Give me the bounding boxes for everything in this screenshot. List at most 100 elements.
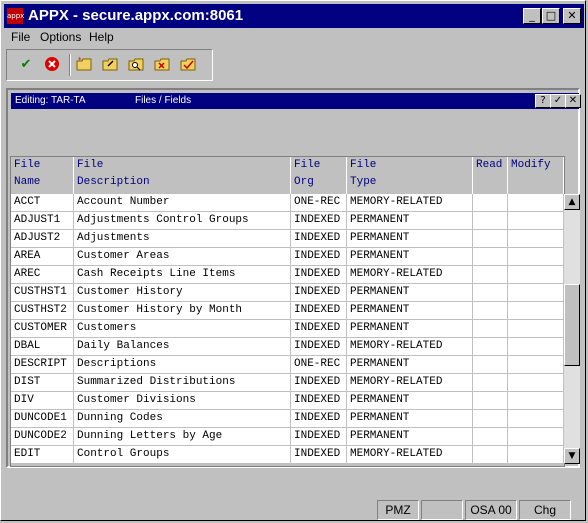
table-row[interactable]: ADJUST1 Adjustments Control Groups INDEXED…	[11, 212, 563, 230]
table-row[interactable]: CUSTHST1 Customer History INDEXED PERMANENT	[11, 284, 563, 302]
cell-type: MEMORY-RELATED	[347, 446, 473, 464]
cell-org: INDEXED	[291, 410, 347, 428]
cell-description: Dunning Letters by Age	[74, 428, 291, 446]
read-field[interactable]	[473, 428, 508, 446]
scroll-up-icon[interactable]: ▲	[564, 194, 580, 210]
cell-org: INDEXED	[291, 446, 347, 464]
table-row[interactable]: DIST Summarized Distributions INDEXED MEMOR…	[11, 374, 563, 392]
modify-field[interactable]	[508, 410, 563, 428]
cell-name: ACCT	[11, 194, 74, 212]
modify-field[interactable]	[508, 338, 563, 356]
cancel-icon[interactable]	[43, 56, 61, 74]
ok-button[interactable]: ✓	[550, 94, 566, 108]
cell-description: Control Groups	[74, 446, 291, 464]
col-description-header: File Description	[74, 157, 291, 194]
appx-logo-icon: appx	[7, 8, 24, 24]
cell-org: ONE-REC	[291, 194, 347, 212]
status-bar: PMZ OSA 00 Chg	[4, 500, 584, 520]
menu-help[interactable]: Help	[89, 30, 114, 44]
modify-field[interactable]	[508, 266, 563, 284]
menu-file[interactable]: File	[11, 30, 30, 44]
table-row[interactable]: AREA Customer Areas INDEXED PERMANENT	[11, 248, 563, 266]
table-row[interactable]: ADJUST2 Adjustments INDEXED PERMANENT	[11, 230, 563, 248]
modify-field[interactable]	[508, 356, 563, 374]
read-field[interactable]	[473, 374, 508, 392]
read-field[interactable]	[473, 446, 508, 464]
check-folder-icon[interactable]	[179, 56, 197, 74]
modify-field[interactable]	[508, 212, 563, 230]
read-field[interactable]	[473, 302, 508, 320]
modify-field[interactable]	[508, 428, 563, 446]
cell-org: INDEXED	[291, 374, 347, 392]
status-empty	[421, 500, 463, 520]
read-field[interactable]	[473, 248, 508, 266]
cell-description: Daily Balances	[74, 338, 291, 356]
panel-close-button[interactable]: ✕	[565, 94, 581, 108]
modify-field[interactable]	[508, 302, 563, 320]
modify-field[interactable]	[508, 446, 563, 464]
modify-field[interactable]	[508, 284, 563, 302]
read-field[interactable]	[473, 338, 508, 356]
search-folder-icon[interactable]	[127, 56, 145, 74]
window-title: APPX - secure.appx.com:8061	[28, 7, 244, 24]
table-row[interactable]: EDIT Control Groups INDEXED MEMORY-RELATED	[11, 446, 563, 464]
cell-name: ADJUST1	[11, 212, 74, 230]
delete-folder-icon[interactable]	[153, 56, 171, 74]
toolbar: ✔ *	[6, 49, 213, 81]
table-row[interactable]: DUNCODE1 Dunning Codes INDEXED PERMANENT	[11, 410, 563, 428]
edit-folder-icon[interactable]	[101, 56, 119, 74]
col-read-header: Read	[473, 157, 508, 194]
read-field[interactable]	[473, 212, 508, 230]
help-button[interactable]: ?	[535, 94, 551, 108]
read-field[interactable]	[473, 266, 508, 284]
cell-type: PERMANENT	[347, 356, 473, 374]
cell-description: Customer History by Month	[74, 302, 291, 320]
read-field[interactable]	[473, 230, 508, 248]
cell-type: PERMANENT	[347, 212, 473, 230]
menu-options[interactable]: Options	[40, 30, 81, 44]
table-row[interactable]: CUSTOMER Customers INDEXED PERMANENT	[11, 320, 563, 338]
read-field[interactable]	[473, 194, 508, 212]
menu-bar: File Options Help	[4, 28, 584, 46]
cell-name: DUNCODE2	[11, 428, 74, 446]
modify-field[interactable]	[508, 392, 563, 410]
table-row[interactable]: DIV Customer Divisions INDEXED PERMANENT	[11, 392, 563, 410]
cell-description: Account Number	[74, 194, 291, 212]
read-field[interactable]	[473, 320, 508, 338]
read-field[interactable]	[473, 392, 508, 410]
status-chg: Chg	[519, 500, 571, 520]
cell-name: CUSTHST2	[11, 302, 74, 320]
modify-field[interactable]	[508, 248, 563, 266]
table-row[interactable]: ACCT Account Number ONE-REC MEMORY-RELATED	[11, 194, 563, 212]
close-button[interactable]: ✕	[563, 8, 581, 24]
modify-field[interactable]	[508, 230, 563, 248]
minimize-button[interactable]: _	[523, 8, 541, 24]
read-field[interactable]	[473, 356, 508, 374]
confirm-icon[interactable]: ✔	[17, 56, 35, 74]
modify-field[interactable]	[508, 320, 563, 338]
read-field[interactable]	[473, 410, 508, 428]
new-folder-icon[interactable]: *	[75, 56, 93, 74]
cell-name: DUNCODE1	[11, 410, 74, 428]
table-row[interactable]: AREC Cash Receipts Line Items INDEXED MEMOR…	[11, 266, 563, 284]
vertical-scrollbar[interactable]: ▲ ▼	[563, 194, 580, 464]
status-pmz: PMZ	[377, 500, 419, 520]
modify-field[interactable]	[508, 374, 563, 392]
scroll-down-icon[interactable]: ▼	[564, 448, 580, 464]
cell-description: Adjustments Control Groups	[74, 212, 291, 230]
table-row[interactable]: CUSTHST2 Customer History by Month INDEXED…	[11, 302, 563, 320]
table-row[interactable]: DUNCODE2 Dunning Letters by Age INDEXED PER…	[11, 428, 563, 446]
read-field[interactable]	[473, 284, 508, 302]
cell-name: DESCRIPT	[11, 356, 74, 374]
cell-org: INDEXED	[291, 266, 347, 284]
modify-field[interactable]	[508, 194, 563, 212]
cell-description: Customer Divisions	[74, 392, 291, 410]
cell-description: Customer History	[74, 284, 291, 302]
col-type-header: File Type	[347, 157, 473, 194]
scroll-thumb[interactable]	[564, 284, 580, 366]
table-row[interactable]: DBAL Daily Balances INDEXED MEMORY-RELATED	[11, 338, 563, 356]
title-bar[interactable]: appx APPX - secure.appx.com:8061 _ □ ✕	[4, 4, 584, 28]
cell-type: PERMANENT	[347, 230, 473, 248]
table-row[interactable]: DESCRIPT Descriptions ONE-REC PERMANENT	[11, 356, 563, 374]
maximize-button[interactable]: □	[542, 8, 560, 24]
